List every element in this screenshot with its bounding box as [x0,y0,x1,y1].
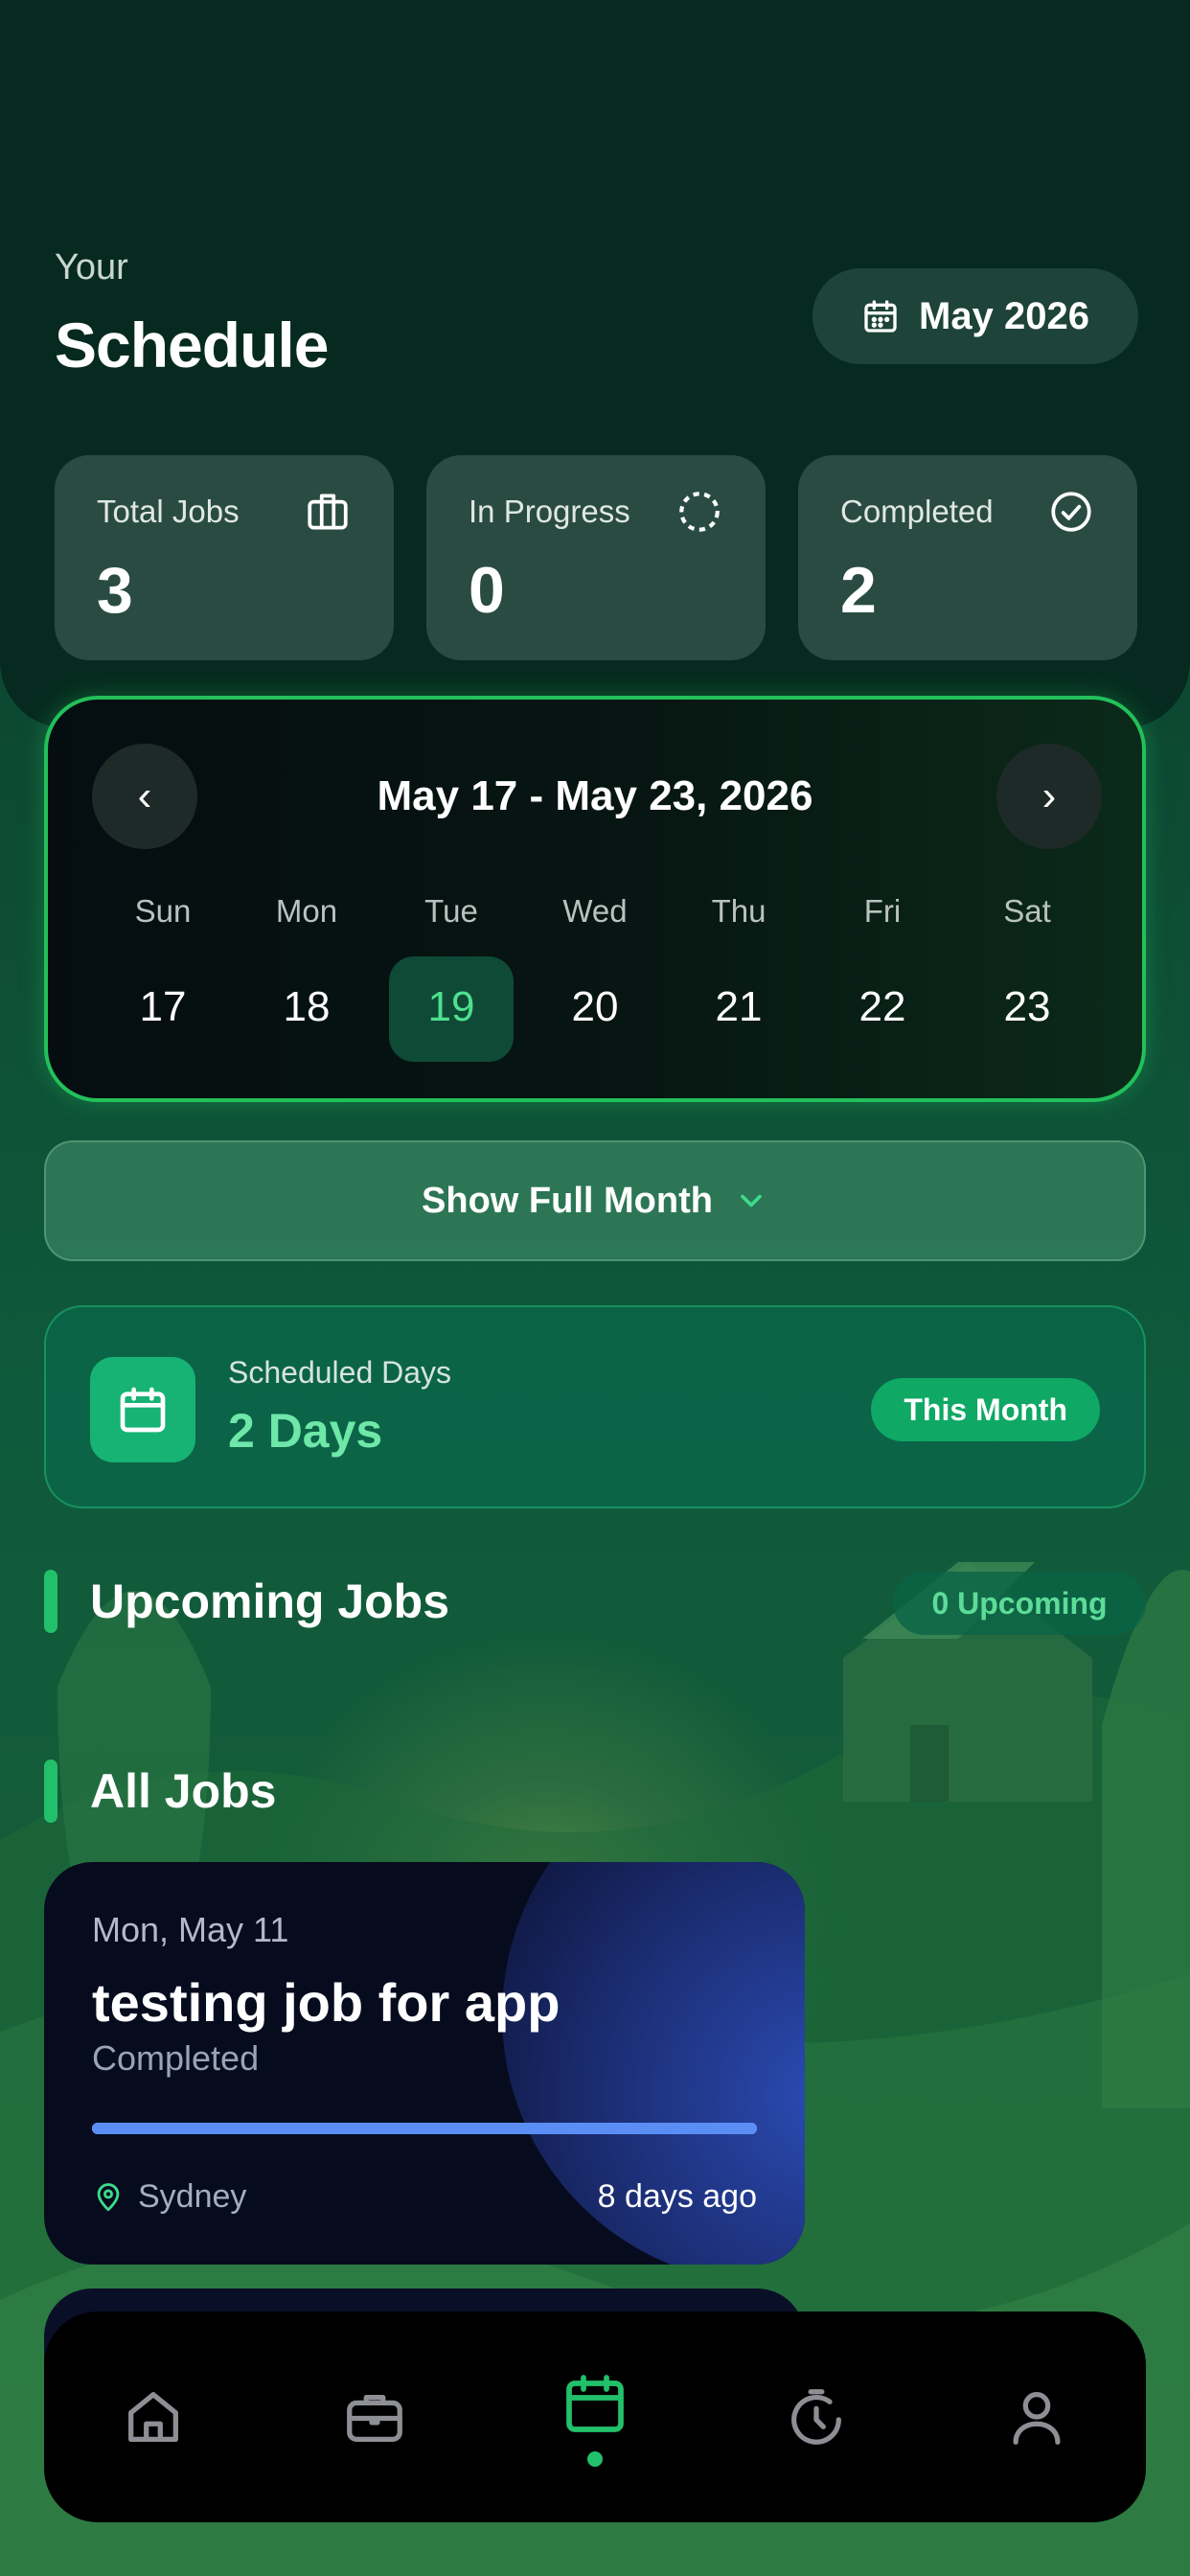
scheduled-days-card: Scheduled Days 2 Days This Month [44,1305,1146,1508]
day-cell[interactable]: 17 [101,983,225,1031]
job-title: testing job for app [92,1972,561,2033]
week-calendar: ‹ May 17 - May 23, 2026 › Sun Mon Tue We… [44,696,1146,1102]
tab-time-tracking[interactable] [778,2379,855,2455]
section-accent-bar [44,1760,57,1823]
stat-label: Completed [840,494,994,529]
day-cell[interactable]: 21 [676,983,801,1031]
scheduled-days-label: Scheduled Days [228,1355,452,1390]
stat-card-total-jobs: Total Jobs 3 [55,455,394,660]
job-status: Completed [92,2038,260,2078]
job-progress-bar [92,2123,757,2134]
stat-label: Total Jobs [97,494,240,529]
location-pin-icon [97,2182,120,2211]
briefcase-icon [308,494,348,530]
stat-value: 0 [469,554,505,627]
tab-home[interactable] [115,2379,192,2455]
show-full-month-label: Show Full Month [422,1180,713,1221]
section-accent-bar [44,1570,57,1633]
active-tab-indicator [587,2451,603,2467]
profile-icon [1013,2392,1061,2445]
month-selector-button[interactable]: May 2026 [812,268,1138,364]
page-overline: Your [55,247,128,288]
day-cell[interactable]: 20 [533,983,657,1031]
day-cell-selected[interactable]: 19 [389,983,514,1031]
weekday-label: Thu [711,893,767,929]
check-circle-icon [1051,492,1091,532]
timer-icon [791,2389,841,2445]
job-progress-fill [92,2123,757,2134]
job-card[interactable]: Mon, May 11 testing job for app Complete… [44,1862,805,2265]
upcoming-count-badge: 0 Upcoming [893,1572,1146,1635]
calendar-icon [120,1387,166,1433]
upcoming-jobs-heading: Upcoming Jobs [90,1575,450,1628]
day-cell[interactable]: 18 [244,983,369,1031]
job-date: Mon, May 11 [92,1910,289,1949]
day-cell[interactable]: 23 [965,983,1089,1031]
next-week-button[interactable]: › [996,744,1102,849]
all-jobs-heading: All Jobs [90,1764,277,1818]
this-month-badge: This Month [871,1378,1100,1441]
bottom-tab-bar [44,2312,1146,2522]
stat-value: 2 [840,554,877,627]
weekday-label: Tue [424,893,478,929]
job-time-ago: 8 days ago [597,2178,757,2215]
briefcase-icon [347,2394,402,2442]
tab-profile[interactable] [998,2379,1075,2455]
stat-card-completed: Completed 2 [798,455,1137,660]
calendar-icon [864,300,897,333]
calendar-icon [566,2375,624,2432]
chevron-down-icon [741,1194,762,1208]
dashed-circle-icon [679,492,720,532]
tab-jobs[interactable] [336,2379,413,2455]
week-range-label: May 17 - May 23, 2026 [377,772,813,819]
tab-schedule[interactable] [557,2365,633,2442]
month-selector-label: May 2026 [919,294,1089,337]
stat-card-in-progress: In Progress 0 [426,455,766,660]
page-title: Schedule [55,310,329,380]
home-icon [128,2392,178,2442]
weekday-label: Sat [1003,893,1051,929]
job-location: Sydney [92,2178,246,2216]
scheduled-days-value: 2 Days [228,1404,383,1458]
stat-label: In Progress [469,494,630,529]
stat-value: 3 [97,554,133,627]
day-cell[interactable]: 22 [820,983,945,1031]
weekday-label: Mon [275,893,338,929]
weekday-label: Fri [863,893,902,929]
job-location-label: Sydney [138,2178,247,2215]
show-full-month-button[interactable]: Show Full Month [44,1140,1146,1261]
weekday-label: Sun [134,893,192,929]
scheduled-calendar-tile [90,1357,195,1462]
weekday-label: Wed [562,893,628,929]
